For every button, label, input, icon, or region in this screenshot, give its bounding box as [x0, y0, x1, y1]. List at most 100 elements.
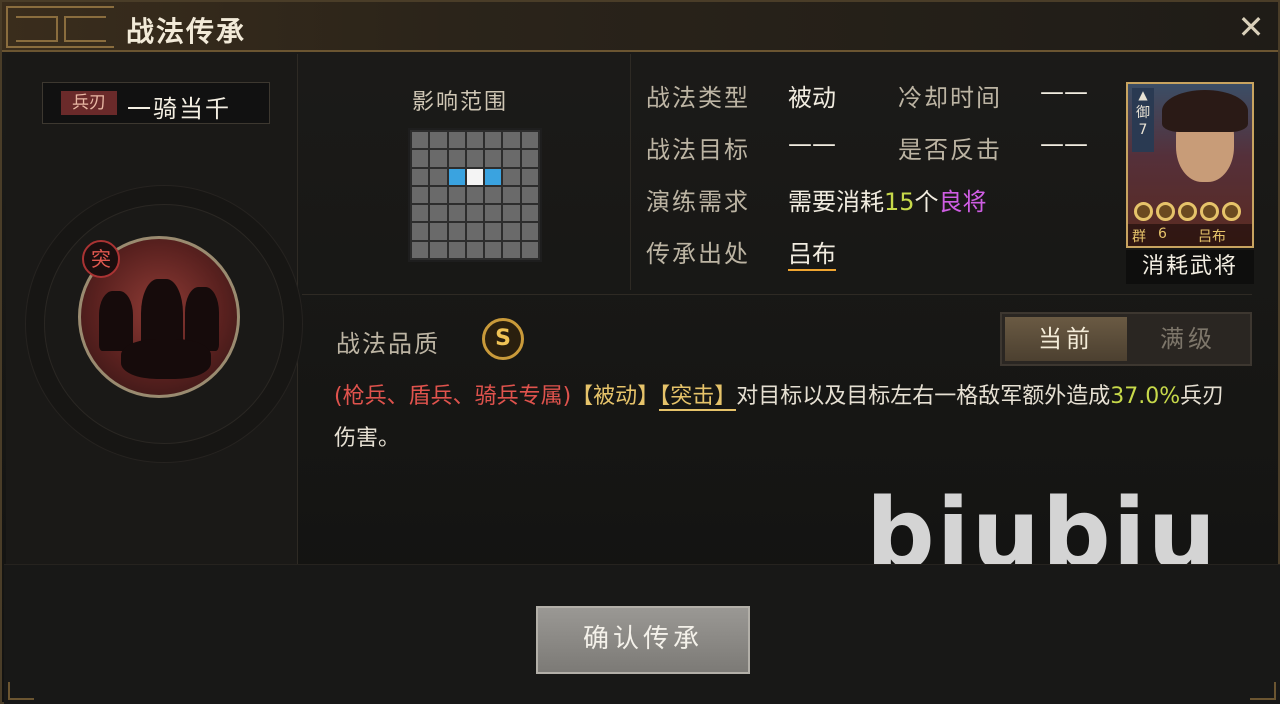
range-cell [412, 132, 429, 149]
general-portrait-hair [1162, 90, 1248, 132]
range-cell [521, 132, 538, 149]
skill-name: 一骑当千 [127, 95, 231, 123]
origin-general-link[interactable]: 吕布 [788, 234, 836, 271]
range-cell [485, 132, 502, 149]
range-cell [430, 223, 447, 240]
requirement-value: 需要消耗15个良将 [788, 182, 987, 217]
range-cell-affected [485, 168, 502, 185]
star-icon [1178, 202, 1197, 221]
range-cell [430, 132, 447, 149]
origin-label: 传承出处 [646, 240, 750, 268]
range-cell [430, 241, 447, 258]
range-cell [485, 186, 502, 204]
counter-value: —— [1040, 130, 1088, 158]
requirement-item: 良将 [938, 188, 987, 216]
range-cell [412, 205, 429, 222]
range-cell [521, 150, 538, 167]
confirm-inherit-button[interactable]: 确认传承 [536, 606, 750, 674]
skill-inherit-window: 战法传承 ✕ 兵刃 一骑当千 突 影响范围 战法类型 被动 冷却时间 —— 战法… [0, 0, 1280, 704]
skill-target-value: —— [788, 130, 836, 158]
general-card[interactable]: ▲ 御 7 群 6 吕布 [1126, 82, 1254, 248]
range-cell [412, 150, 429, 167]
weapon-type-tag: 兵刃 [61, 91, 117, 115]
range-cell [503, 168, 520, 185]
range-cell [466, 205, 484, 222]
range-cell [503, 132, 520, 149]
star-rating [1134, 202, 1248, 221]
range-cell [412, 223, 429, 240]
range-cell [448, 186, 465, 204]
star-icon [1156, 202, 1175, 221]
range-cell [448, 205, 465, 222]
troop-type-icon: ▲ 御 7 [1132, 88, 1154, 152]
range-cell [521, 241, 538, 258]
range-cell [448, 223, 465, 240]
horse-silhouette [121, 339, 211, 379]
requirement-count: 15 [884, 188, 915, 216]
charge-tag[interactable]: 【突击】 [659, 384, 737, 411]
range-cell [466, 241, 484, 258]
range-cell [503, 205, 520, 222]
range-area: 影响范围 [302, 54, 630, 290]
requirement-prefix: 需要消耗 [788, 188, 884, 216]
title-ornament [6, 6, 114, 48]
cooldown-value: —— [1040, 78, 1088, 106]
range-cell [521, 186, 538, 204]
charge-badge: 突 [82, 240, 120, 278]
troop-type: 御 [1136, 105, 1150, 121]
skill-target-label: 战法目标 [646, 136, 750, 164]
window-title: 战法传承 [126, 15, 247, 48]
description-text: 对目标以及目标左右一格敌军额外造成 [736, 384, 1111, 409]
troop-restriction: (枪兵、盾兵、骑兵专属) [334, 384, 572, 409]
range-cell [448, 241, 465, 258]
requirement-label: 演练需求 [646, 188, 750, 216]
range-cell [448, 150, 465, 167]
range-cell [412, 241, 429, 258]
range-cell [430, 186, 447, 204]
level-toggle: 当前 满级 [1000, 312, 1252, 366]
range-cell [412, 186, 429, 204]
range-cell [521, 223, 538, 240]
current-level-tab[interactable]: 当前 [1005, 317, 1127, 361]
star-icon [1134, 202, 1153, 221]
range-cell [503, 150, 520, 167]
divider [302, 294, 1252, 295]
title-bar: 战法传承 ✕ [2, 2, 1278, 52]
range-cell [485, 241, 502, 258]
range-cell [485, 205, 502, 222]
star-icon [1200, 202, 1219, 221]
range-cell [430, 150, 447, 167]
range-cell [503, 223, 520, 240]
general-cost: 7 [1138, 122, 1148, 138]
rider-silhouette [99, 291, 133, 351]
damage-percent: 37.0% [1110, 384, 1181, 409]
range-cell [503, 241, 520, 258]
range-cell [485, 150, 502, 167]
range-cell-affected [448, 168, 465, 185]
corner-ornament [1250, 682, 1276, 700]
skill-panel: 兵刃 一骑当千 突 [6, 54, 298, 564]
range-cell [485, 223, 502, 240]
quality-badge: S [482, 318, 524, 360]
star-icon [1222, 202, 1241, 221]
corner-ornament [8, 682, 34, 700]
range-cell [521, 168, 538, 185]
general-name: 吕布 [1198, 229, 1226, 245]
consume-general-label: 消耗武将 [1126, 250, 1254, 284]
range-cell-target [466, 168, 484, 185]
close-button[interactable]: ✕ [1234, 10, 1268, 44]
counter-label: 是否反击 [898, 136, 1002, 164]
quality-label: 战法品质 [336, 330, 440, 358]
skill-type-label: 战法类型 [646, 84, 750, 112]
requirement-unit: 个 [914, 188, 939, 216]
range-cell [466, 132, 484, 149]
max-level-tab[interactable]: 满级 [1127, 317, 1249, 361]
skill-description: (枪兵、盾兵、骑兵专属)【被动】【突击】对目标以及目标左右一格敌军额外造成37.… [334, 376, 1246, 460]
range-title: 影响范围 [412, 90, 509, 115]
range-cell [430, 205, 447, 222]
general-faction: 群 [1132, 229, 1146, 245]
range-cell [521, 205, 538, 222]
range-cell [466, 150, 484, 167]
passive-tag: 【被动】 [571, 384, 660, 409]
range-cell [503, 186, 520, 204]
